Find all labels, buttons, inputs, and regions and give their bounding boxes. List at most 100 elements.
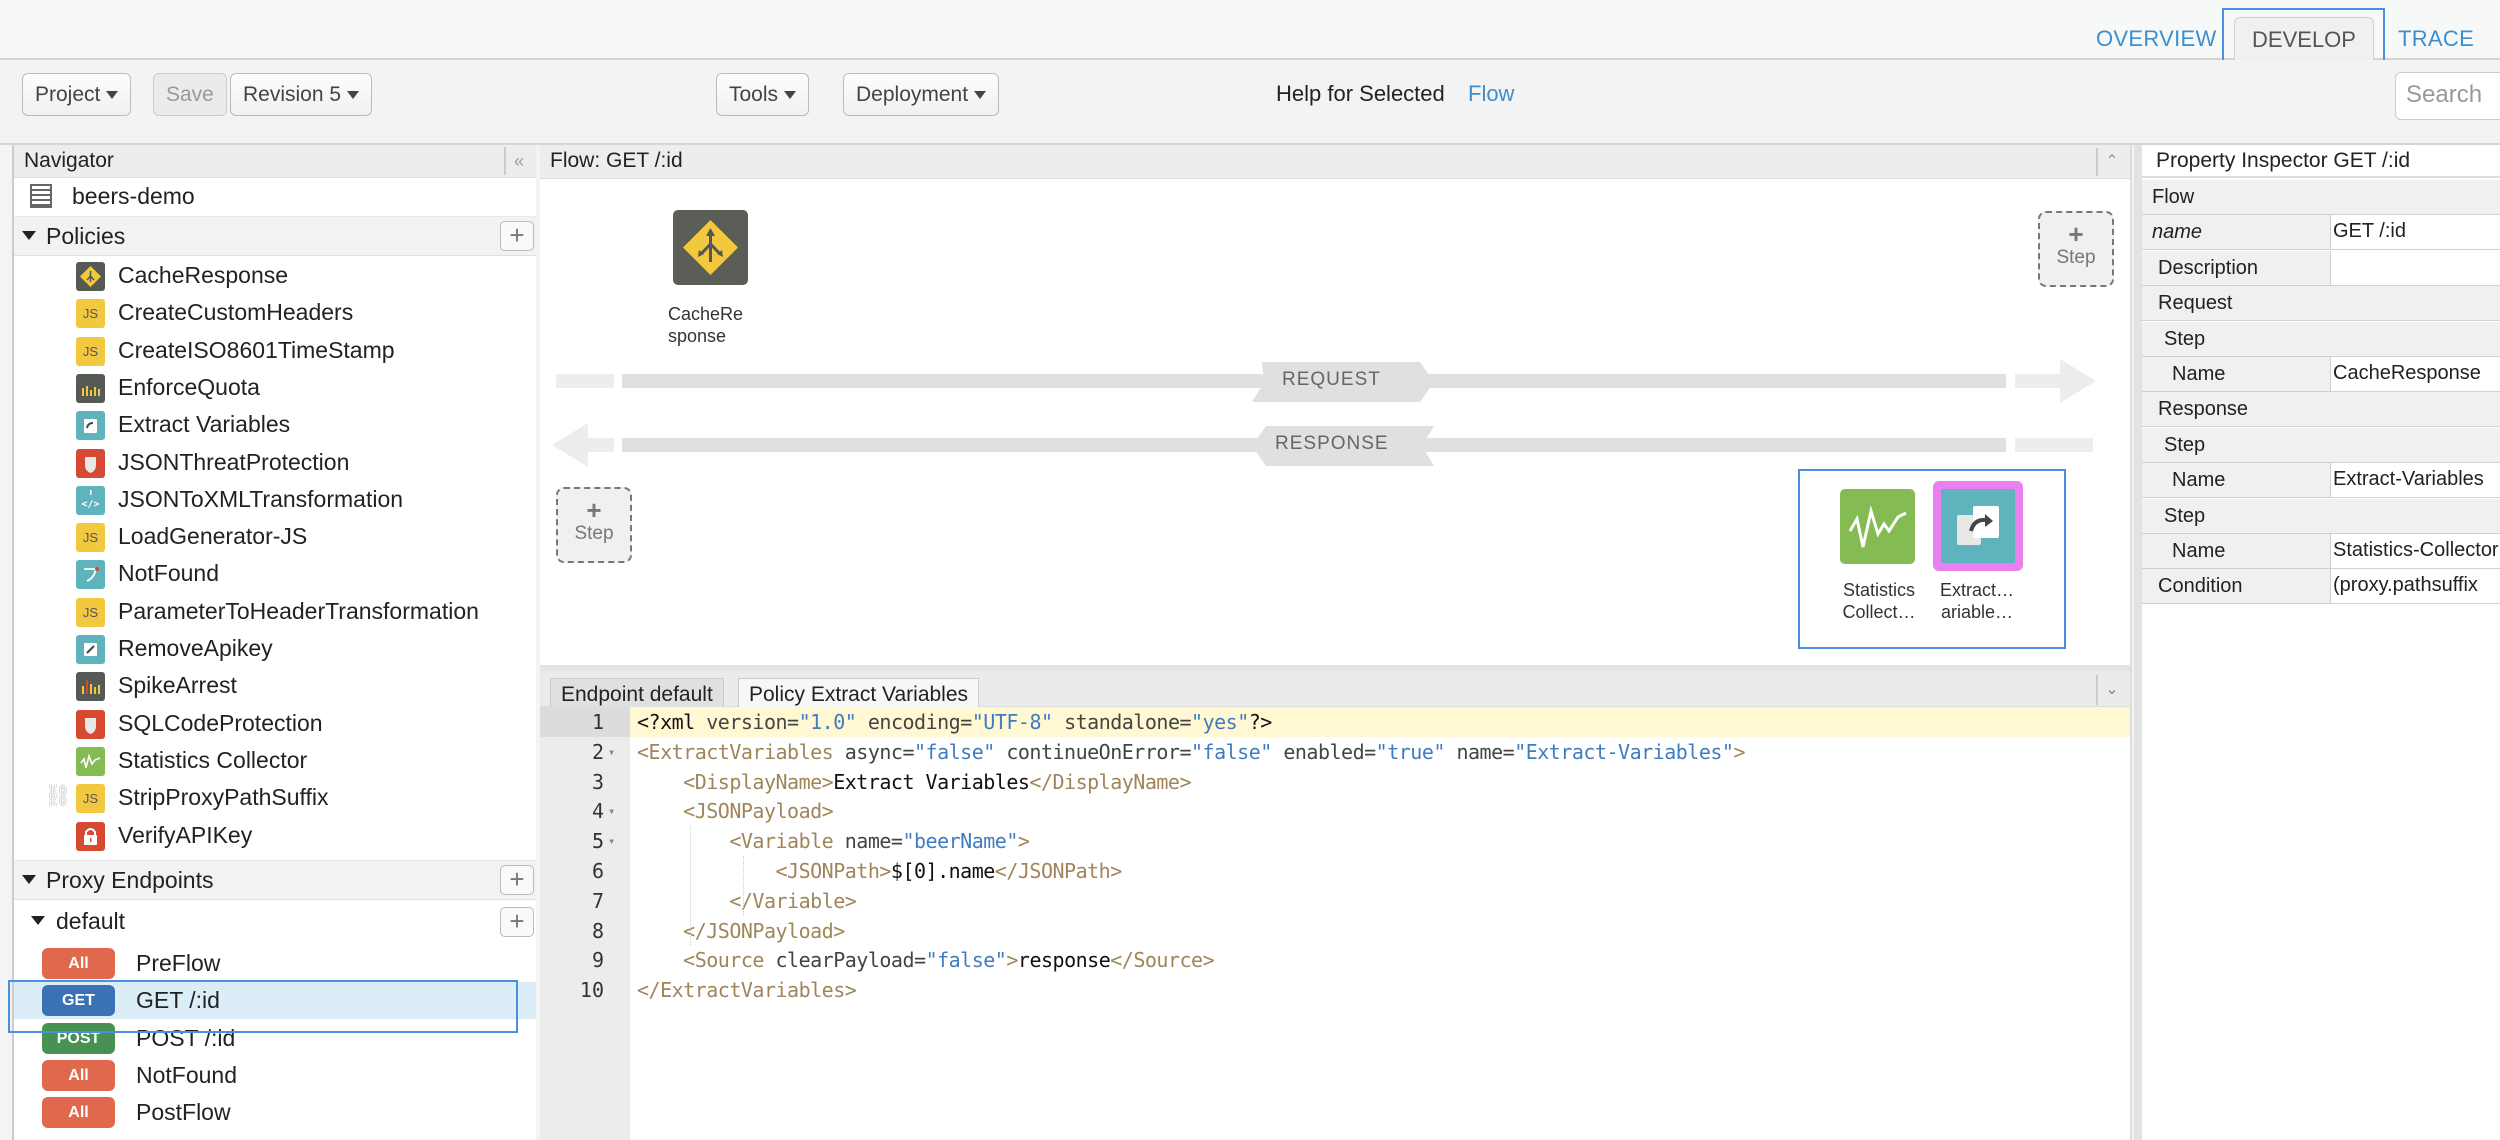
property-row: Request	[2142, 286, 2500, 322]
policy-item[interactable]: RemoveApikey	[14, 630, 536, 667]
flow-header: Flow: GET /:id ⌃	[540, 145, 2130, 179]
extract-variables-icon	[1957, 506, 1999, 545]
add-policy-button[interactable]: +	[500, 221, 534, 251]
policy-label: JSONThreatProtection	[118, 448, 350, 475]
property-value-field[interactable]: Statistics-Collector	[2330, 534, 2500, 568]
code-text: <JSONPayload>	[683, 799, 834, 824]
line-number: 3	[591, 769, 604, 794]
caret-down-icon	[974, 91, 987, 100]
policy-item[interactable]: ⛓ JS StripProxyPathSuffix	[14, 779, 536, 816]
add-request-step-button[interactable]: + Step	[2038, 211, 2114, 287]
response-step-statistics-collector[interactable]	[1840, 489, 1915, 564]
property-value-field[interactable]: CacheResponse	[2330, 357, 2500, 391]
property-key: Request	[2158, 292, 2233, 315]
flow-label: GET /:id	[136, 987, 220, 1014]
policy-item[interactable]: EnforceQuota	[14, 369, 536, 406]
indent-guide	[690, 826, 691, 946]
revision-menu-button[interactable]: Revision 5	[230, 73, 373, 116]
request-step-cacheresponse[interactable]	[673, 210, 748, 285]
property-row[interactable]: Name Statistics-Collector	[2142, 534, 2500, 569]
policy-label: VerifyAPIKey	[118, 821, 253, 848]
response-step-extract-variables[interactable]	[1933, 481, 2023, 571]
property-value-field[interactable]	[2330, 250, 2500, 285]
step-label-line1: Extract…	[1939, 580, 2014, 600]
policy-item[interactable]: </> JSONToXMLTransformation	[14, 481, 536, 518]
fold-toggle-icon[interactable]: ▾	[608, 796, 615, 826]
verb-badge: POST	[42, 1022, 115, 1054]
tools-menu-button[interactable]: Tools	[716, 73, 810, 116]
code-text: <DisplayName>Extract Variables</DisplayN…	[683, 769, 1192, 794]
step-label-line1: Statistics	[1842, 580, 1916, 600]
policy-item[interactable]: Extract Variables	[14, 406, 536, 443]
triangle-down-icon	[31, 916, 45, 925]
flow-item[interactable]: All NotFound	[14, 1057, 536, 1094]
javascript-icon: JS	[76, 523, 105, 553]
add-proxy-endpoint-button[interactable]: +	[500, 865, 534, 895]
policy-item[interactable]: JS CreateCustomHeaders	[14, 294, 536, 331]
javascript-icon: JS	[76, 336, 105, 366]
verb-badge: All	[42, 948, 115, 979]
response-step-label: Statistics Collect…	[1838, 579, 1920, 623]
property-row[interactable]: Name CacheResponse	[2142, 357, 2500, 392]
policy-item[interactable]: JS CreateISO8601TimeStamp	[14, 332, 536, 369]
flow-item[interactable]: All PreFlow	[14, 945, 536, 982]
tab-trace[interactable]: TRACE	[2398, 26, 2474, 52]
code-editor[interactable]: 1 <?xml version="1.0" encoding="UTF-8" st…	[540, 707, 2130, 1140]
policy-item[interactable]: JS LoadGenerator-JS	[14, 518, 536, 555]
flow-item[interactable]: POST POST /:id	[14, 1020, 536, 1057]
add-response-step-button[interactable]: + Step	[556, 487, 632, 563]
collapse-down-icon[interactable]: ⌄	[2096, 675, 2126, 705]
code-transform-icon: </>	[76, 485, 105, 515]
policy-item[interactable]: SQLCodeProtection	[14, 705, 536, 742]
policy-item[interactable]: JSONThreatProtection	[14, 444, 536, 481]
project-menu-button[interactable]: Project	[22, 73, 132, 116]
lock-icon	[76, 821, 105, 851]
policy-label: SQLCodeProtection	[118, 709, 323, 736]
property-key: Step	[2164, 504, 2206, 527]
line-number: 9	[591, 948, 604, 973]
flow-item[interactable]: All PostFlow	[14, 1094, 536, 1131]
property-value-field[interactable]: Extract-Variables	[2330, 463, 2500, 498]
step-label-line2: ariable…	[1940, 602, 2014, 622]
search-input[interactable]: Search	[2395, 72, 2500, 120]
collapse-up-icon[interactable]: ⌃	[2096, 148, 2126, 176]
property-row[interactable]: Name Extract-Variables	[2142, 463, 2500, 499]
save-button[interactable]: Save	[153, 73, 227, 116]
property-row[interactable]: name GET /:id	[2142, 215, 2500, 251]
property-row[interactable]: Description	[2142, 250, 2500, 286]
policy-item[interactable]: CacheResponse	[14, 257, 536, 294]
caret-down-icon	[784, 91, 797, 100]
property-key: Name	[2172, 363, 2226, 385]
flow-item-selected[interactable]: GET GET /:id	[14, 982, 536, 1019]
property-row[interactable]: Condition (proxy.pathsuffix	[2142, 569, 2500, 605]
collapse-left-icon[interactable]: «	[504, 147, 532, 175]
property-value-field[interactable]: (proxy.pathsuffix	[2330, 569, 2500, 604]
fold-toggle-icon[interactable]: ▾	[608, 826, 615, 856]
policy-item[interactable]: SpikeArrest	[14, 667, 536, 704]
tab-overview[interactable]: OVERVIEW	[2096, 26, 2217, 52]
add-flow-button[interactable]: +	[500, 907, 534, 937]
navigator-panel: Navigator « beers-demo Policies + CacheR…	[8, 145, 536, 1140]
statistics-icon	[76, 746, 105, 776]
response-lane-start	[580, 438, 614, 452]
property-value-field[interactable]: GET /:id	[2330, 215, 2500, 250]
proxy-name: beers-demo	[72, 183, 195, 209]
deployment-menu-button[interactable]: Deployment	[843, 73, 1000, 116]
flow-label: POST /:id	[136, 1024, 236, 1051]
code-text: <Source clearPayload="false">response</S…	[683, 948, 1215, 973]
fold-toggle-icon[interactable]: ▾	[608, 737, 615, 767]
step-label: Step	[2056, 247, 2096, 268]
property-row: Step	[2142, 321, 2500, 357]
line-number: 2	[591, 739, 604, 764]
code-line: 6 <JSONPath>$[0].name</JSONPath>	[540, 856, 2130, 886]
line-number: 1	[540, 707, 630, 737]
policy-item[interactable]: Statistics Collector	[14, 742, 536, 779]
policies-section-header[interactable]: Policies +	[14, 216, 536, 256]
policy-item[interactable]: JS ParameterToHeaderTransformation	[14, 593, 536, 630]
help-link[interactable]: Flow	[1468, 81, 1514, 107]
proxy-root-item[interactable]: beers-demo	[14, 179, 536, 216]
proxy-endpoints-section-header[interactable]: Proxy Endpoints +	[14, 860, 536, 900]
policy-item[interactable]: VerifyAPIKey	[14, 817, 536, 854]
policy-item[interactable]: NotFound	[14, 555, 536, 592]
endpoint-default-item[interactable]: default +	[14, 903, 536, 943]
